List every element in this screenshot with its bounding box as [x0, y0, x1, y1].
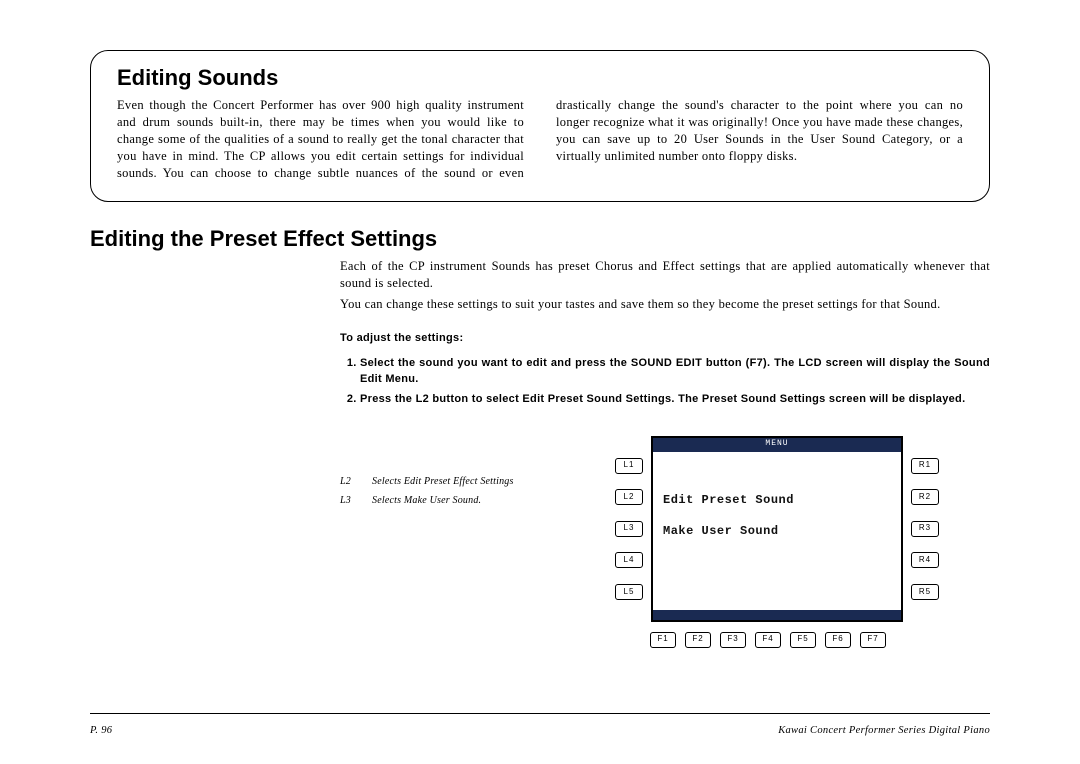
legend-row: L3 Selects Make User Sound.	[340, 491, 514, 510]
f4-button[interactable]: F4	[755, 632, 781, 648]
l4-button[interactable]: L4	[615, 552, 643, 568]
box-body: Even though the Concert Performer has ov…	[117, 97, 963, 181]
r4-button[interactable]: R4	[911, 552, 939, 568]
section-heading: Editing the Preset Effect Settings	[90, 226, 990, 252]
l1-button[interactable]: L1	[615, 458, 643, 474]
f2-button[interactable]: F2	[685, 632, 711, 648]
lcd-screen-header: MENU	[653, 438, 901, 452]
lcd-legend: L2 Selects Edit Preset Effect Settings L…	[340, 472, 514, 510]
lcd-diagram: L2 Selects Edit Preset Effect Settings L…	[340, 436, 990, 666]
page-footer: P. 96 Kawai Concert Performer Series Dig…	[90, 725, 990, 736]
r3-button[interactable]: R3	[911, 521, 939, 537]
footer-rule	[90, 713, 990, 714]
section-paragraph-1: Each of the CP instrument Sounds has pre…	[340, 258, 990, 292]
l3-button[interactable]: L3	[615, 521, 643, 537]
section-preset-effect: Editing the Preset Effect Settings Each …	[90, 226, 990, 665]
f6-button[interactable]: F6	[825, 632, 851, 648]
footer-title: Kawai Concert Performer Series Digital P…	[778, 725, 990, 736]
r2-button[interactable]: R2	[911, 489, 939, 505]
instructions-title: To adjust the settings:	[340, 331, 990, 346]
r5-button[interactable]: R5	[911, 584, 939, 600]
lcd-line-3: Make User Sound	[653, 515, 901, 546]
legend-key: L3	[340, 491, 358, 510]
f3-button[interactable]: F3	[720, 632, 746, 648]
instruction-step-2: Press the L2 button to select Edit Prese…	[360, 392, 990, 408]
f1-button[interactable]: F1	[650, 632, 676, 648]
editing-sounds-box: Editing Sounds Even though the Concert P…	[90, 50, 990, 202]
lcd-line-4	[653, 546, 901, 577]
legend-text: Selects Edit Preset Effect Settings	[372, 472, 514, 491]
legend-row: L2 Selects Edit Preset Effect Settings	[340, 472, 514, 491]
legend-text: Selects Make User Sound.	[372, 491, 481, 510]
instruction-step-1: Select the sound you want to edit and pr…	[360, 356, 990, 388]
lcd-line-2: Edit Preset Sound	[653, 484, 901, 515]
lcd-right-buttons: R1 R2 R3 R4 R5	[911, 436, 939, 600]
lcd-line-5	[653, 577, 901, 608]
lcd-screen-footer-bar	[653, 610, 901, 620]
l5-button[interactable]: L5	[615, 584, 643, 600]
f5-button[interactable]: F5	[790, 632, 816, 648]
box-heading: Editing Sounds	[117, 65, 963, 91]
lcd-screen: MENU Edit Preset Sound Make User Sound	[651, 436, 903, 622]
f7-button[interactable]: F7	[860, 632, 886, 648]
lcd-left-buttons: L1 L2 L3 L4 L5	[615, 436, 643, 600]
l2-button[interactable]: L2	[615, 489, 643, 505]
section-paragraph-2: You can change these settings to suit yo…	[340, 296, 990, 313]
instructions-list: Select the sound you want to edit and pr…	[340, 356, 990, 408]
page-number: P. 96	[90, 725, 112, 736]
lcd-line-1	[653, 454, 901, 485]
legend-key: L2	[340, 472, 358, 491]
lcd-panel: L1 L2 L3 L4 L5 MENU Edit Preset Sound Ma	[615, 436, 939, 648]
lcd-bottom-buttons: F1 F2 F3 F4 F5 F6 F7	[615, 632, 939, 648]
r1-button[interactable]: R1	[911, 458, 939, 474]
